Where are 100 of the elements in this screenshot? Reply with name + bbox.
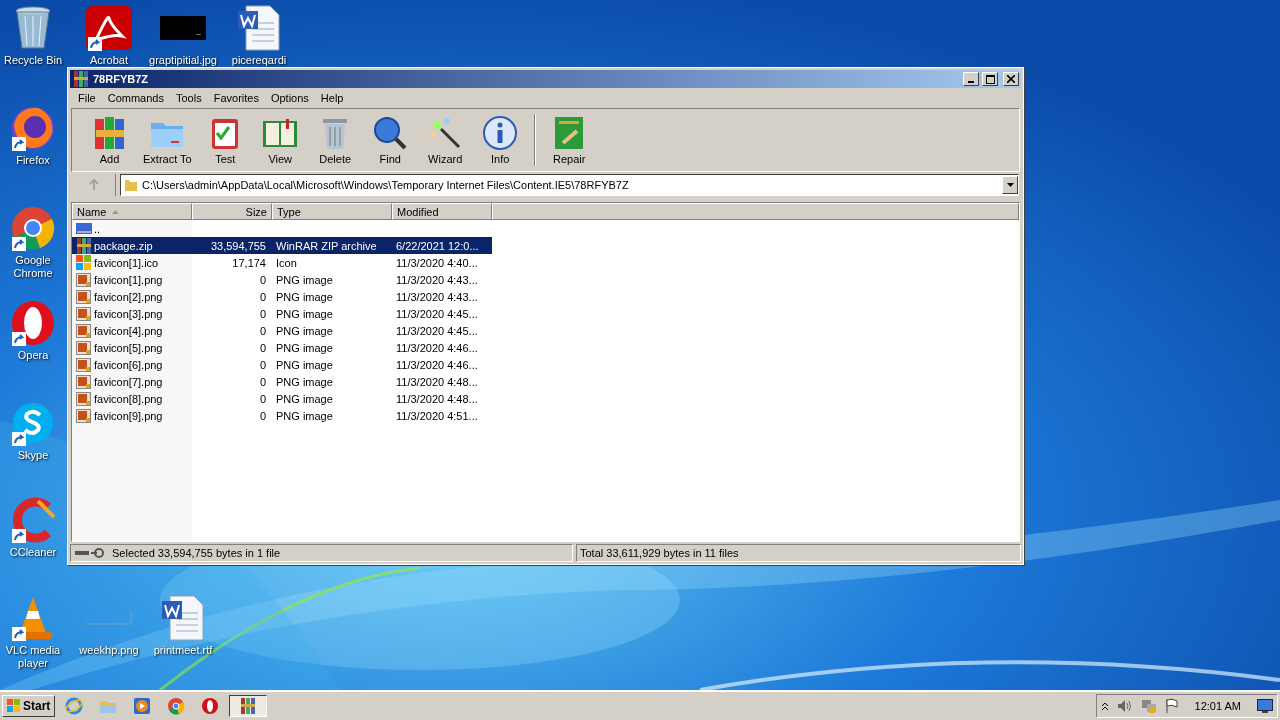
file-type: PNG image	[275, 392, 334, 405]
windows-logo-icon	[7, 699, 21, 713]
file-row[interactable]: favicon[3].png 0 PNG image 11/3/2020 4:45...	[72, 305, 492, 322]
menu-item[interactable]: File	[72, 92, 102, 104]
dropdown-button[interactable]	[1002, 176, 1018, 194]
file-row[interactable]: favicon[1].png 0 PNG image 11/3/2020 4:43...	[72, 271, 492, 288]
taskbar-button[interactable]	[229, 695, 268, 717]
archive-icon	[72, 70, 90, 88]
file-type: PNG image	[275, 375, 334, 388]
maximize-button[interactable]	[982, 72, 998, 86]
desktop-icon-label[interactable]: Google Chrome	[0, 254, 66, 280]
folder-icon	[124, 178, 138, 192]
toolbar-button[interactable]: View	[252, 115, 308, 165]
file-name: favicon[3].png	[94, 307, 163, 320]
address-field[interactable]: C:\Users\admin\AppData\Local\Microsoft\Windows\Temporary Internet Files\Content.IE5\78RFYB7Z	[120, 174, 1019, 196]
chevron-up-icon[interactable]	[1100, 701, 1109, 711]
menu-item[interactable]: Options	[264, 92, 315, 104]
file-type: PNG image	[275, 290, 334, 303]
column-header[interactable]: Modified	[392, 203, 492, 220]
desktop-icon-label[interactable]: VLC media player	[0, 644, 66, 670]
toolbar-button[interactable]: Wizard	[417, 115, 473, 165]
toolbar-button[interactable]: Extract To	[137, 115, 198, 165]
archive-icon	[239, 697, 258, 715]
column-header[interactable]: Name	[72, 203, 192, 220]
image-icon	[76, 373, 92, 390]
file-row[interactable]: favicon[7].png 0 PNG image 11/3/2020 4:48...	[72, 373, 492, 390]
minimize-button[interactable]	[963, 72, 979, 86]
file-size: 0	[258, 324, 267, 337]
windows-logo-icon	[76, 254, 92, 271]
file-name: favicon[2].png	[94, 290, 163, 303]
file-modified: 11/3/2020 4:51...	[395, 409, 479, 422]
file-row[interactable]: favicon[9].png 0 PNG image 11/3/2020 4:51...	[72, 407, 492, 424]
image-icon	[76, 288, 92, 305]
file-row[interactable]: ..	[72, 220, 492, 237]
shortcut-arrow-icon	[12, 237, 26, 251]
file-row[interactable]: favicon[2].png 0 PNG image 11/3/2020 4:43...	[72, 288, 492, 305]
file-size: 0	[258, 358, 267, 371]
menu-item[interactable]: Favorites	[207, 92, 265, 104]
file-row[interactable]: favicon[4].png 0 PNG image 11/3/2020 4:45...	[72, 322, 492, 339]
close-icon	[1007, 75, 1015, 83]
ccleaner-icon	[10, 497, 56, 543]
desktop-icon-label[interactable]: picereqardi	[231, 54, 287, 67]
shortcut-arrow-icon	[12, 627, 26, 641]
desktop-icon-label[interactable]: Firefox	[16, 154, 50, 167]
column-header[interactable]: Type	[272, 203, 392, 220]
status-text: Selected 33,594,755 bytes in 1 file	[112, 547, 281, 559]
file-row[interactable]: favicon[6].png 0 PNG image 11/3/2020 4:46...	[72, 356, 492, 373]
column-header[interactable]: Size	[192, 203, 272, 220]
file-modified: 11/3/2020 4:43...	[395, 273, 479, 286]
document-icon	[238, 5, 280, 51]
close-button[interactable]	[1003, 72, 1019, 86]
opera-icon	[10, 300, 56, 346]
file-name: favicon[6].png	[94, 358, 163, 371]
desktop-icon-label[interactable]: Acrobat	[90, 54, 128, 67]
menu-item[interactable]: Tools	[170, 92, 208, 104]
file-size: 0	[258, 409, 267, 422]
file-name: favicon[4].png	[94, 324, 163, 337]
flag-icon[interactable]	[1164, 698, 1179, 714]
file-type: PNG image	[275, 307, 334, 320]
file-row[interactable]: favicon[1].ico 17,174 Icon 11/3/2020 4:40...	[72, 254, 492, 271]
file-name: favicon[7].png	[94, 375, 163, 388]
clock[interactable]: 12:01 AM	[1194, 700, 1241, 712]
toolbar-button[interactable]: Delete	[307, 115, 363, 165]
media-player-icon	[133, 697, 152, 715]
file-modified: 11/3/2020 4:40...	[395, 256, 479, 269]
image-icon	[76, 390, 92, 407]
file-size: 0	[258, 392, 267, 405]
file-row[interactable]: favicon[5].png 0 PNG image 11/3/2020 4:46...	[72, 339, 492, 356]
menu-item[interactable]: Commands	[101, 92, 170, 104]
start-button[interactable]: Start	[2, 695, 56, 717]
image-icon	[76, 271, 92, 288]
toolbar-button[interactable]: Info	[472, 115, 528, 165]
desktop-icon-label[interactable]: graptipitial.jpg	[149, 54, 217, 67]
document-icon	[162, 595, 204, 641]
shortcut-arrow-icon	[12, 432, 26, 446]
file-row[interactable]: favicon[8].png 0 PNG image 11/3/2020 4:48...	[72, 390, 492, 407]
desktop-icon-label[interactable]: Recycle Bin	[3, 54, 63, 67]
chrome-icon	[167, 697, 186, 715]
file-name: favicon[8].png	[94, 392, 163, 405]
file-name: favicon[1].ico	[94, 256, 159, 269]
file-name: favicon[9].png	[94, 409, 163, 422]
speaker-icon[interactable]	[1116, 699, 1133, 713]
toolbar-button[interactable]: Test	[197, 115, 253, 165]
file-type: WinRAR ZIP archive	[275, 239, 378, 252]
show-desktop-icon[interactable]	[1257, 699, 1273, 713]
shortcut-arrow-icon	[12, 529, 26, 543]
magnifier-icon	[372, 115, 409, 151]
menu-item[interactable]: Help	[314, 92, 350, 104]
shortcut-arrow-icon	[12, 332, 26, 346]
file-type: PNG image	[275, 273, 334, 286]
toolbar-button[interactable]: Find	[362, 115, 418, 165]
toolbar-button[interactable]: Repair	[541, 115, 597, 165]
desktop-icon-label[interactable]: Opera	[17, 349, 49, 362]
folder-up-icon	[76, 221, 92, 236]
file-name: favicon[5].png	[94, 341, 163, 354]
firefox-icon	[10, 105, 56, 151]
up-arrow-icon	[87, 179, 100, 191]
file-row[interactable]: package.zip 33,594,755 WinRAR ZIP archive 6/22/2021 12:0...	[72, 237, 492, 254]
toolbar-button[interactable]: Add	[82, 115, 137, 165]
window-title: 78RFYB7Z	[93, 73, 150, 85]
